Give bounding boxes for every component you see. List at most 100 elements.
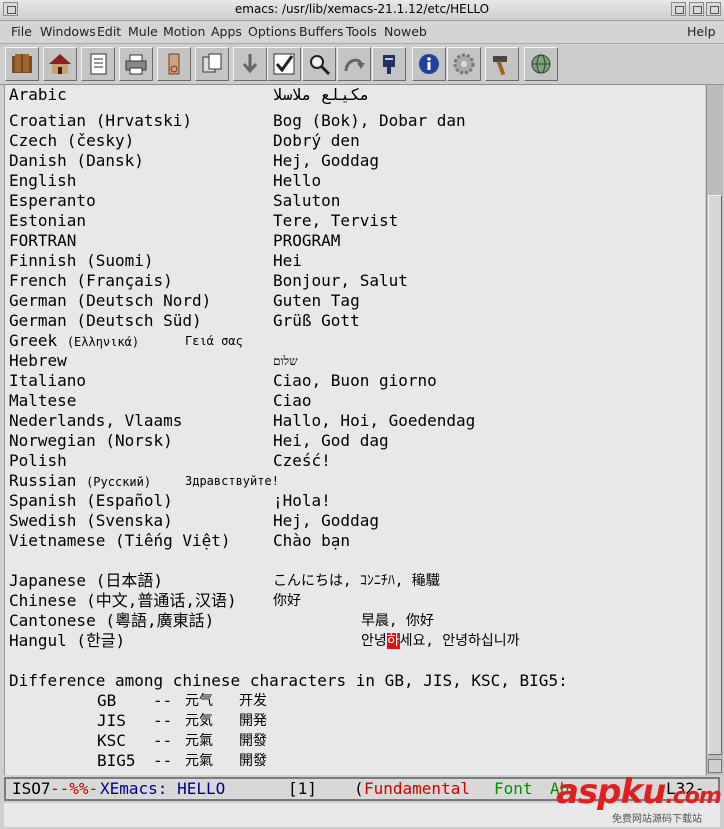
globe-icon — [531, 54, 551, 74]
charset-sep: -- — [153, 711, 173, 730]
paste-button[interactable] — [233, 47, 267, 81]
difference-heading: Difference among chinese characters in G… — [9, 671, 568, 690]
language-name: Norwegian (Norsk) — [9, 431, 173, 450]
open-book-button[interactable] — [5, 47, 39, 81]
buffer-line: Finnish (Suomi) Hei — [9, 251, 302, 271]
modeline-window-number: [1] — [288, 779, 317, 798]
language-name: Polish — [9, 451, 67, 470]
language-name: Hangul (한글) — [9, 631, 126, 650]
cut-button[interactable] — [157, 47, 191, 81]
greeting-text: Chào bạn — [273, 531, 351, 550]
print-button[interactable] — [119, 47, 153, 81]
greeting-text: Ciao — [273, 391, 312, 410]
menu-buffers[interactable]: Buffers — [299, 24, 343, 39]
language-name: Japanese (日本語) — [9, 571, 163, 590]
buffer-line: Maltese Ciao — [9, 391, 312, 411]
buffer-line: Russian (Русский) Здравствуйте! — [9, 471, 279, 491]
modeline-status: --%%- — [50, 779, 99, 798]
debug-button[interactable] — [485, 47, 519, 81]
modeline-minor-mode[interactable]: Font — [494, 779, 533, 799]
greeting-text: Hej, Goddag — [273, 511, 379, 530]
menu-apps[interactable]: Apps — [211, 24, 242, 39]
greeting-text: مكيلع ملاسلا — [273, 85, 370, 104]
language-name: Vietnamese (Tiếng Việt) — [9, 531, 231, 550]
menu-options[interactable]: Options — [248, 24, 296, 39]
close-button[interactable] — [706, 2, 721, 16]
language-name: Hebrew — [9, 351, 67, 370]
scroll-down-arrow[interactable] — [708, 759, 722, 773]
modeline-open-paren: ( — [354, 779, 364, 798]
paste-down-arrow-icon — [242, 54, 258, 74]
modeline-buffer-name[interactable]: XEmacs: HELLO — [100, 779, 225, 799]
hammer-icon — [493, 56, 507, 76]
news-button[interactable] — [524, 47, 558, 81]
buffer-line: Danish (Dansk) Hej, Goddag — [9, 151, 379, 171]
language-name: Cantonese (粵語,廣東話) — [9, 611, 215, 630]
menu-mule[interactable]: Mule — [128, 24, 158, 39]
info-button[interactable] — [412, 47, 446, 81]
greeting-text: 안녕 — [361, 633, 387, 649]
language-name: Swedish (Svenska) — [9, 511, 173, 530]
spell-check-button[interactable] — [267, 47, 301, 81]
scrollbar-thumb[interactable] — [708, 195, 722, 755]
greeting-text: Tere, Tervist — [273, 211, 399, 230]
language-name: FORTRAN — [9, 231, 77, 250]
buffer-line: FORTRAN PROGRAM — [9, 231, 340, 251]
language-name: Croatian (Hrvatski) — [9, 111, 193, 130]
greeting-text: ¡Hola! — [273, 491, 331, 510]
buffer-line: Cantonese (粵語,廣東話) 早晨, 你好 — [9, 611, 434, 631]
scissors-icon — [168, 53, 180, 75]
charset-sample-b: 開発 — [239, 713, 267, 729]
language-name: Finnish (Suomi) — [9, 251, 154, 270]
buffer-line: German (Deutsch Süd) Grüß Gott — [9, 311, 360, 331]
menu-file[interactable]: File — [11, 24, 32, 39]
menu-tools[interactable]: Tools — [346, 24, 377, 39]
language-name: German (Deutsch Nord) — [9, 291, 212, 310]
search-button[interactable] — [302, 47, 336, 81]
menu-windows[interactable]: Windows — [40, 24, 96, 39]
home-button[interactable] — [43, 47, 77, 81]
buffer-line: Polish Cześć! — [9, 451, 331, 471]
mail-button[interactable] — [372, 47, 406, 81]
text-cursor: 하 — [386, 633, 400, 649]
buffer-line: Swedish (Svenska) Hej, Goddag — [9, 511, 379, 531]
buffer-line: Esperanto Saluton — [9, 191, 340, 211]
buffer-line: Greek (Ελληνικά) Γειά σας — [9, 331, 243, 351]
redo-arrow-icon — [344, 58, 365, 72]
buffer-line: English Hello — [9, 171, 321, 191]
charset-sample-b: 開發 — [239, 733, 267, 749]
language-name: Arabic — [9, 85, 67, 104]
greeting-text: Hei — [273, 251, 302, 270]
vertical-scrollbar[interactable] — [706, 85, 723, 775]
charset-name: GB — [97, 691, 117, 710]
copy-button[interactable] — [195, 47, 229, 81]
info-icon — [419, 54, 439, 74]
menu-help[interactable]: Help — [687, 24, 716, 39]
editor-buffer[interactable]: Arabic مكيلع ملاسلا Croatian (Hrvatski) Bo… — [4, 85, 705, 775]
document-icon — [90, 53, 107, 75]
greeting-text: 早晨, 你好 — [361, 613, 434, 629]
menu-noweb[interactable]: Noweb — [384, 24, 427, 39]
maximize-button[interactable] — [689, 2, 704, 16]
greeting-text: Hei, God dag — [273, 431, 389, 450]
language-native-name: (Ελληνικά) — [66, 335, 140, 349]
greeting-text: Hej, Goddag — [273, 151, 379, 170]
compile-button[interactable] — [447, 47, 481, 81]
charset-name: BIG5 — [97, 751, 136, 770]
buffer-line: Croatian (Hrvatski) Bog (Bok), Dobar dan — [9, 111, 466, 131]
language-name: German (Deutsch Süd) — [9, 311, 202, 330]
window-titlebar: emacs: /usr/lib/xemacs-21.1.12/etc/HELLO — [0, 0, 724, 21]
menubar: File Windows Edit Mule Motion Apps Optio… — [0, 21, 724, 44]
window-title: emacs: /usr/lib/xemacs-21.1.12/etc/HELLO — [234, 2, 490, 16]
buffer-line: Arabic مكيلع ملاسلا — [9, 85, 369, 105]
greeting-text: שלום — [273, 354, 298, 368]
modeline-major-mode[interactable]: Fundamental — [364, 779, 470, 799]
greeting-text: Guten Tag — [273, 291, 360, 310]
language-name: Estonian — [9, 211, 87, 230]
greeting-text: Dobrý den — [273, 131, 360, 150]
menu-motion[interactable]: Motion — [163, 24, 205, 39]
minimize-button[interactable] — [671, 2, 686, 16]
menu-edit[interactable]: Edit — [97, 24, 121, 39]
replace-button[interactable] — [337, 47, 371, 81]
new-document-button[interactable] — [81, 47, 115, 81]
